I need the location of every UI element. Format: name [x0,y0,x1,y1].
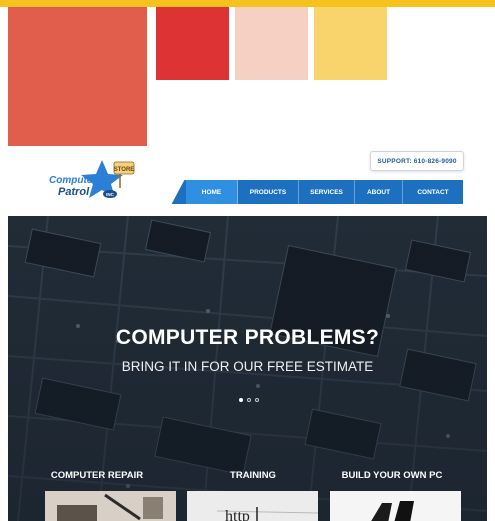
nav-item-about[interactable]: ABOUT [355,180,403,204]
service-image-repair[interactable] [45,491,176,521]
hero-banner: COMPUTER PROBLEMS? BRING IT IN FOR OUR F… [8,216,487,521]
repair-tools-photo-icon [45,491,176,521]
color-swatch-1 [8,7,147,146]
site-header: STORE Computer Patrol INC SUPPORT: 610-8… [8,146,487,216]
slider-dots [239,398,259,402]
computer-patrol-star-logo-icon: STORE Computer Patrol INC [49,160,135,198]
nav-item-home[interactable]: HOME [186,180,238,204]
hero-subtitle: BRING IT IN FOR OUR FREE ESTIMATE [121,359,374,374]
support-phone-link[interactable]: SUPPORT: 610-826-9090 [370,151,464,171]
logo-line1: Computer [49,175,97,186]
service-title-build-pc[interactable]: BUILD YOUR OWN PC [322,470,462,481]
slider-dot-3[interactable] [255,398,259,402]
hero-title: COMPUTER PROBLEMS? [115,326,380,349]
color-swatch-4 [314,7,387,80]
logo-badge: STORE [114,167,135,173]
main-nav: HOME PRODUCTS SERVICES ABOUT CONTACT [171,180,463,204]
color-swatch-3 [235,7,308,80]
color-swatch-2 [156,7,229,80]
service-image-training[interactable]: http [187,491,318,521]
nav-item-contact[interactable]: CONTACT [403,180,463,204]
nav-item-services[interactable]: SERVICES [299,180,355,204]
http-screen-photo-icon: http [187,491,318,521]
site-logo[interactable]: STORE Computer Patrol INC [48,156,144,206]
service-title-repair[interactable]: COMPUTER REPAIR [27,470,167,481]
logo-line2: Patrol [58,186,90,198]
slider-dot-2[interactable] [247,398,251,402]
logo-tag: INC [106,192,115,197]
pc-case-photo-icon [330,491,461,521]
slider-dot-1[interactable] [239,398,243,402]
top-color-bar [0,0,495,7]
nav-item-products[interactable]: PRODUCTS [238,180,299,204]
training-image-text: http [225,508,250,521]
service-image-build-pc[interactable] [330,491,461,521]
service-title-training[interactable]: TRAINING [183,470,323,481]
